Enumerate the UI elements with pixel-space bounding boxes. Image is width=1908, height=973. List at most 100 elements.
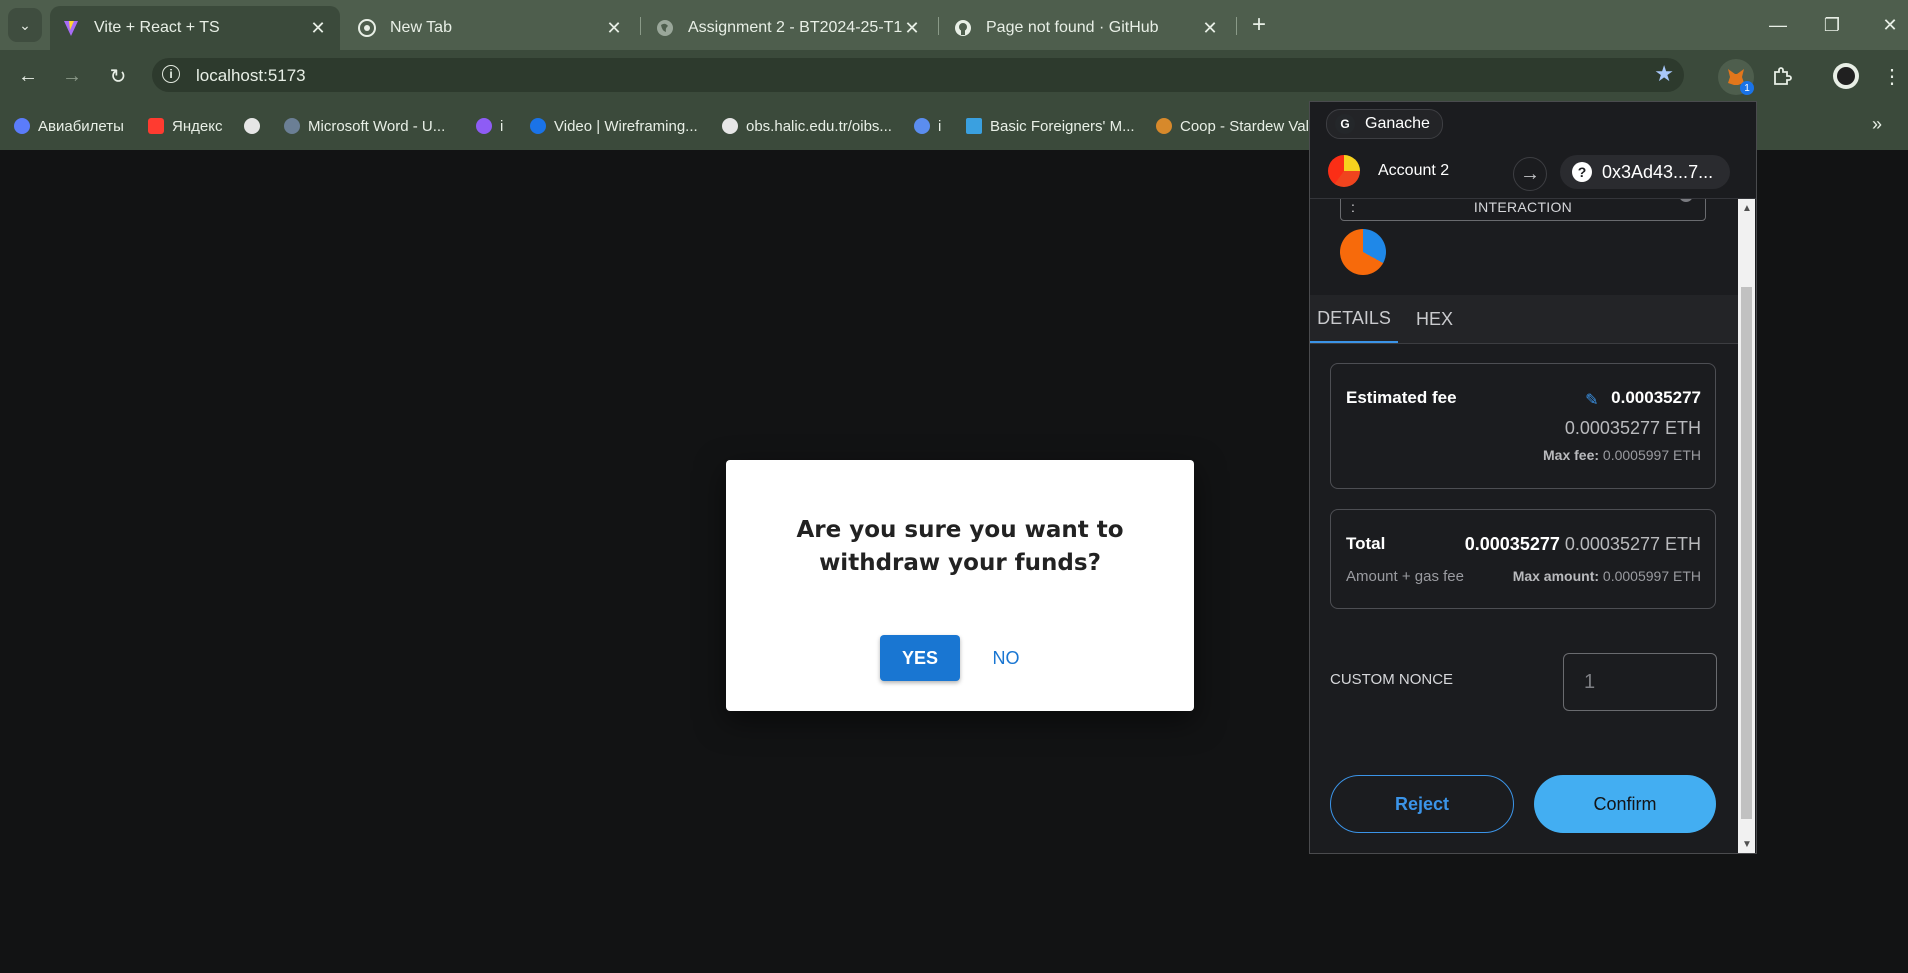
bookmark-label: Coop - Stardew Val xyxy=(1180,117,1309,135)
extensions-puzzle-icon[interactable] xyxy=(1766,60,1798,92)
bookmark-item[interactable]: Video | Wireframing... xyxy=(530,116,698,136)
bookmark-item[interactable]: obs.halic.edu.tr/oibs... xyxy=(722,116,892,136)
bookmark-item[interactable] xyxy=(244,116,268,136)
tab-title: Page not found · GitHub xyxy=(986,19,1159,36)
recipient-address[interactable]: ? 0x3Ad43...7... xyxy=(1560,155,1730,189)
globe-icon xyxy=(244,118,260,134)
tab-divider xyxy=(938,17,939,35)
mail-icon xyxy=(914,118,930,134)
bookmark-star-icon[interactable]: ★ xyxy=(1654,61,1674,87)
url-text: localhost:5173 xyxy=(196,66,306,85)
chrome-icon xyxy=(358,19,376,37)
globe-icon xyxy=(722,118,738,134)
metamask-popup: G Ganache Account 2 → ? 0x3Ad43...7... :… xyxy=(1309,101,1757,854)
fee-label: Estimated fee xyxy=(1346,388,1457,407)
account-avatar xyxy=(1328,155,1360,187)
tab-github[interactable]: Page not found · GitHub ✕ xyxy=(942,6,1232,50)
bookmark-item[interactable]: i xyxy=(476,116,503,136)
minimize-button[interactable]: — xyxy=(1758,10,1798,40)
site-info-icon[interactable]: i xyxy=(162,65,180,83)
tab-divider xyxy=(1236,17,1237,35)
triangle-icon xyxy=(966,118,982,134)
tab-title: Assignment 2 - BT2024-25-T1 ( xyxy=(688,19,902,36)
question-icon: ? xyxy=(1572,162,1592,182)
tab-strip: ⌄ Vite + React + TS ✕ New Tab ✕ Assignme… xyxy=(0,0,1908,50)
network-selector[interactable]: G Ganache xyxy=(1326,109,1443,139)
circle-icon xyxy=(530,118,546,134)
forward-arrow-icon[interactable]: → xyxy=(56,60,88,92)
total-amounts: 0.00035277 0.00035277 ETH xyxy=(1465,534,1701,555)
browser-toolbar: ← → ↻ i localhost:5173 ★ 1 ⋮ xyxy=(0,50,1908,100)
close-tab-icon[interactable]: ✕ xyxy=(902,18,922,39)
address-text: 0x3Ad43...7... xyxy=(1602,161,1714,182)
bookmark-label: i xyxy=(500,117,504,135)
custom-nonce-input[interactable]: 1 xyxy=(1563,653,1717,711)
tab-hex[interactable]: HEX xyxy=(1416,295,1453,343)
tab-divider xyxy=(640,17,641,35)
vite-icon xyxy=(62,19,80,37)
bookmark-label: Авиабилеты xyxy=(38,117,124,135)
puzzle-icon xyxy=(284,118,300,134)
yes-button[interactable]: YES xyxy=(880,635,960,681)
confirm-button[interactable]: Confirm xyxy=(1534,775,1716,833)
close-tab-icon[interactable]: ✕ xyxy=(1200,18,1220,39)
back-arrow-icon[interactable]: ← xyxy=(12,60,44,92)
more-bookmarks-icon[interactable]: » xyxy=(1872,114,1882,135)
bookmark-label: Video | Wireframing... xyxy=(554,117,698,135)
contract-avatar xyxy=(1340,229,1386,275)
tab-details[interactable]: DETAILS xyxy=(1310,295,1398,343)
tab-vite-react[interactable]: Vite + React + TS ✕ xyxy=(50,6,340,50)
scroll-up-icon[interactable]: ▲ xyxy=(1742,203,1752,214)
globe-icon xyxy=(656,19,674,37)
close-window-button[interactable]: ✕ xyxy=(1870,10,1908,40)
max-fee-value: 0.0005997 ETH xyxy=(1602,447,1701,463)
details-tabs: DETAILS HEX xyxy=(1310,295,1738,344)
interaction-text: INTERACTION xyxy=(1473,199,1573,215)
contract-interaction-label: : INTERACTION xyxy=(1340,199,1706,221)
address-bar[interactable]: i localhost:5173 ★ xyxy=(152,58,1684,92)
max-fee: Max fee: 0.0005997 ETH xyxy=(1543,447,1701,463)
max-amount-label: Max amount: xyxy=(1512,568,1600,584)
bookmark-label: i xyxy=(938,117,942,135)
arrow-right-icon: → xyxy=(1513,157,1547,191)
close-tab-icon[interactable]: ✕ xyxy=(308,18,328,39)
metamask-extension-button[interactable]: 1 xyxy=(1718,59,1754,95)
tab-new-tab[interactable]: New Tab ✕ xyxy=(346,6,636,50)
bookmark-item[interactable]: i xyxy=(914,116,941,136)
bookmark-item[interactable]: Авиабилеты xyxy=(14,116,124,136)
bookmark-item[interactable]: Coop - Stardew Val xyxy=(1156,116,1309,136)
restore-button[interactable]: ❐ xyxy=(1812,10,1852,40)
extension-badge: 1 xyxy=(1740,81,1754,95)
scroll-down-icon[interactable]: ▼ xyxy=(1742,839,1752,850)
max-fee-label: Max fee: xyxy=(1543,447,1600,463)
account-name[interactable]: Account 2 xyxy=(1378,162,1449,180)
new-tab-button[interactable]: + xyxy=(1244,10,1274,40)
tab-assignment[interactable]: Assignment 2 - BT2024-25-T1 ( ✕ xyxy=(644,6,934,50)
estimated-fee-card: Estimated fee ✎ 0.00035277 0.00035277 ETH… xyxy=(1330,363,1716,489)
dialog-title: Are you sure you want to withdraw your f… xyxy=(796,517,1124,576)
bookmark-item[interactable]: Microsoft Word - U... xyxy=(284,116,445,136)
reload-icon[interactable]: ↻ xyxy=(102,60,134,92)
network-name: Ganache xyxy=(1365,115,1430,132)
edit-pencil-icon[interactable]: ✎ xyxy=(1585,390,1603,409)
bookmark-item[interactable]: Яндекс xyxy=(148,116,222,136)
fee-secondary: 0.00035277 ETH xyxy=(1564,418,1701,438)
no-button[interactable]: NO xyxy=(980,635,1032,681)
total-label: Total xyxy=(1346,534,1386,553)
bookmark-label: obs.halic.edu.tr/oibs... xyxy=(746,117,892,135)
tab-title: Vite + React + TS xyxy=(94,19,220,36)
reject-button[interactable]: Reject xyxy=(1330,775,1514,833)
bookmark-label: Microsoft Word - U... xyxy=(308,117,446,135)
close-tab-icon[interactable]: ✕ xyxy=(604,18,624,39)
total-primary: 0.00035277 xyxy=(1464,534,1560,554)
scrollbar-thumb[interactable] xyxy=(1741,287,1752,819)
popup-scrollbar[interactable]: ▲ ▼ xyxy=(1738,199,1755,853)
tab-title: New Tab xyxy=(390,19,452,36)
total-card: Total 0.00035277 0.00035277 ETH Amount +… xyxy=(1330,509,1716,609)
browser-menu-icon[interactable]: ⋮ xyxy=(1876,60,1908,92)
custom-nonce-label: CUSTOM NONCE xyxy=(1330,671,1454,688)
bookmark-item[interactable]: Basic Foreigners' M... xyxy=(966,116,1135,136)
max-amount: Max amount: 0.0005997 ETH xyxy=(1513,568,1701,584)
tab-search-button[interactable]: ⌄ xyxy=(8,8,42,42)
profile-avatar[interactable] xyxy=(1830,60,1862,92)
